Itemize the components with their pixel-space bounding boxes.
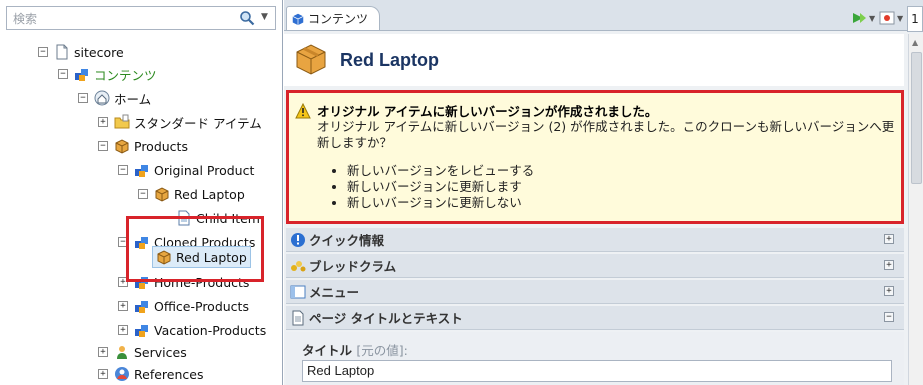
tree-label: References: [134, 366, 204, 382]
references-icon: [115, 367, 129, 381]
tab-content[interactable]: コンテンツ: [286, 6, 380, 30]
page-icon: [292, 310, 304, 325]
search-input[interactable]: [11, 8, 215, 30]
search-box: ▼: [6, 6, 276, 30]
tree-label: Vacation-Products: [154, 322, 267, 338]
chevron-down-icon[interactable]: ▼: [897, 14, 905, 23]
collapse-icon[interactable]: −: [98, 141, 108, 151]
services-icon: [117, 346, 127, 359]
content-editor: コンテンツ ▼ ▼ 1 Red Laptop ▲ オリジナル アイテムに新しいバ…: [284, 0, 923, 385]
section-quick-info[interactable]: クイック情報 +: [286, 228, 904, 252]
tab-number[interactable]: 1: [907, 6, 923, 32]
title-field[interactable]: Red Laptop: [302, 360, 892, 382]
collapse-icon[interactable]: −: [58, 69, 68, 79]
tree-node-office-products[interactable]: + Office-Products: [118, 296, 249, 316]
content-icon: [135, 165, 148, 177]
product-box-icon: [115, 139, 129, 154]
tree-label: Red Laptop: [174, 186, 245, 202]
search-icon[interactable]: [239, 10, 255, 26]
tab-label: コンテンツ: [308, 12, 369, 26]
breadcrumb-icon: [291, 260, 306, 271]
collapse-icon[interactable]: −: [884, 312, 894, 322]
navigate-icon[interactable]: [851, 10, 867, 26]
tree-node-products[interactable]: − Products: [98, 136, 188, 156]
tree-node-references[interactable]: + References: [98, 364, 203, 384]
scroll-thumb[interactable]: [911, 52, 922, 184]
expand-icon[interactable]: +: [118, 301, 128, 311]
scroll-up-icon[interactable]: ▲: [912, 38, 918, 47]
section-title: ブレッドクラム: [309, 259, 397, 274]
tree-label: sitecore: [74, 44, 124, 60]
menu-icon: [290, 285, 306, 298]
expand-icon[interactable]: +: [98, 369, 108, 379]
section-breadcrumb[interactable]: ブレッドクラム +: [286, 254, 904, 278]
content-icon: [135, 301, 148, 313]
expand-icon[interactable]: +: [884, 234, 894, 244]
home-icon: [94, 90, 110, 106]
collapse-icon[interactable]: −: [118, 165, 128, 175]
warning-icon: [295, 103, 311, 119]
tree-node-services[interactable]: + Services: [98, 342, 187, 362]
sitecore-icon: [56, 44, 68, 60]
collapse-icon[interactable]: −: [38, 47, 48, 57]
clone-warning-panel: オリジナル アイテムに新しいバージョンが作成されました。 オリジナル アイテムに…: [286, 90, 904, 224]
section-fields: タイトル [元の値]: Red Laptop: [286, 332, 904, 385]
tree-node-red-laptop-original[interactable]: − Red Laptop: [138, 184, 245, 204]
content-icon: [75, 69, 88, 81]
warning-body: オリジナル アイテムに新しいバージョン (2) が作成されました。このクローンも…: [317, 119, 895, 150]
expand-icon[interactable]: +: [118, 325, 128, 335]
item-header: Red Laptop: [284, 34, 904, 86]
expand-icon[interactable]: +: [884, 260, 894, 270]
tree-label: コンテンツ: [94, 67, 157, 83]
warning-options: 新しいバージョンをレビューする 新しいバージョンに更新します 新しいバージョンに…: [333, 163, 534, 211]
section-page-title[interactable]: ページ タイトルとテキスト −: [286, 306, 904, 330]
field-name: タイトル: [302, 343, 353, 358]
tree-label: スタンダード アイテム: [134, 115, 262, 131]
tree-label: Services: [134, 344, 187, 360]
record-icon[interactable]: [879, 10, 895, 26]
tree-label: Office-Products: [154, 298, 249, 314]
field-label-title: タイトル [元の値]:: [302, 340, 408, 359]
tree-node-standard-items[interactable]: + スタンダード アイテム: [98, 112, 262, 132]
scrollbar[interactable]: ▲: [908, 34, 923, 385]
highlight-box: [126, 216, 264, 282]
tab-strip: コンテンツ ▼ ▼ 1: [284, 0, 923, 32]
tab-tools: ▼ ▼: [851, 10, 905, 26]
content-icon: [135, 325, 148, 337]
item-title: Red Laptop: [340, 50, 439, 70]
product-box-icon: [296, 44, 326, 75]
cube-icon: [292, 13, 304, 25]
tree-label: Original Product: [154, 162, 255, 178]
tree-node-vacation-products[interactable]: + Vacation-Products: [118, 320, 266, 340]
original-value-link[interactable]: [元の値]:: [356, 343, 407, 358]
tree-node-content[interactable]: − コンテンツ: [58, 64, 157, 84]
tree-node-home[interactable]: − ホーム: [78, 88, 151, 108]
collapse-icon[interactable]: −: [138, 189, 148, 199]
tree-label: ホーム: [114, 91, 152, 107]
product-box-icon: [155, 187, 169, 202]
folder-icon: [114, 114, 130, 129]
section-title: クイック情報: [309, 233, 385, 248]
section-title: メニュー: [309, 285, 360, 300]
option-review[interactable]: 新しいバージョンをレビューする: [347, 163, 534, 179]
tree-node-sitecore[interactable]: − sitecore: [38, 42, 124, 62]
option-update[interactable]: 新しいバージョンに更新します: [347, 179, 534, 195]
option-no-update[interactable]: 新しいバージョンに更新しない: [347, 195, 534, 211]
expand-icon[interactable]: +: [98, 347, 108, 357]
tree-node-original-product[interactable]: − Original Product: [118, 160, 254, 180]
expand-icon[interactable]: +: [884, 286, 894, 296]
warning-title: オリジナル アイテムに新しいバージョンが作成されました。: [317, 104, 658, 119]
chevron-down-icon[interactable]: ▼: [869, 14, 877, 23]
collapse-icon[interactable]: −: [78, 93, 88, 103]
tree-label: Products: [134, 138, 188, 154]
expand-icon[interactable]: +: [98, 117, 108, 127]
section-title: ページ タイトルとテキスト: [309, 311, 463, 326]
info-icon: [291, 232, 305, 247]
section-menu[interactable]: メニュー +: [286, 280, 904, 304]
content-tree-pane: ▼ − sitecore − コンテンツ − ホーム + スタンダード アイテム: [0, 0, 283, 385]
chevron-down-icon[interactable]: ▼: [261, 12, 271, 24]
